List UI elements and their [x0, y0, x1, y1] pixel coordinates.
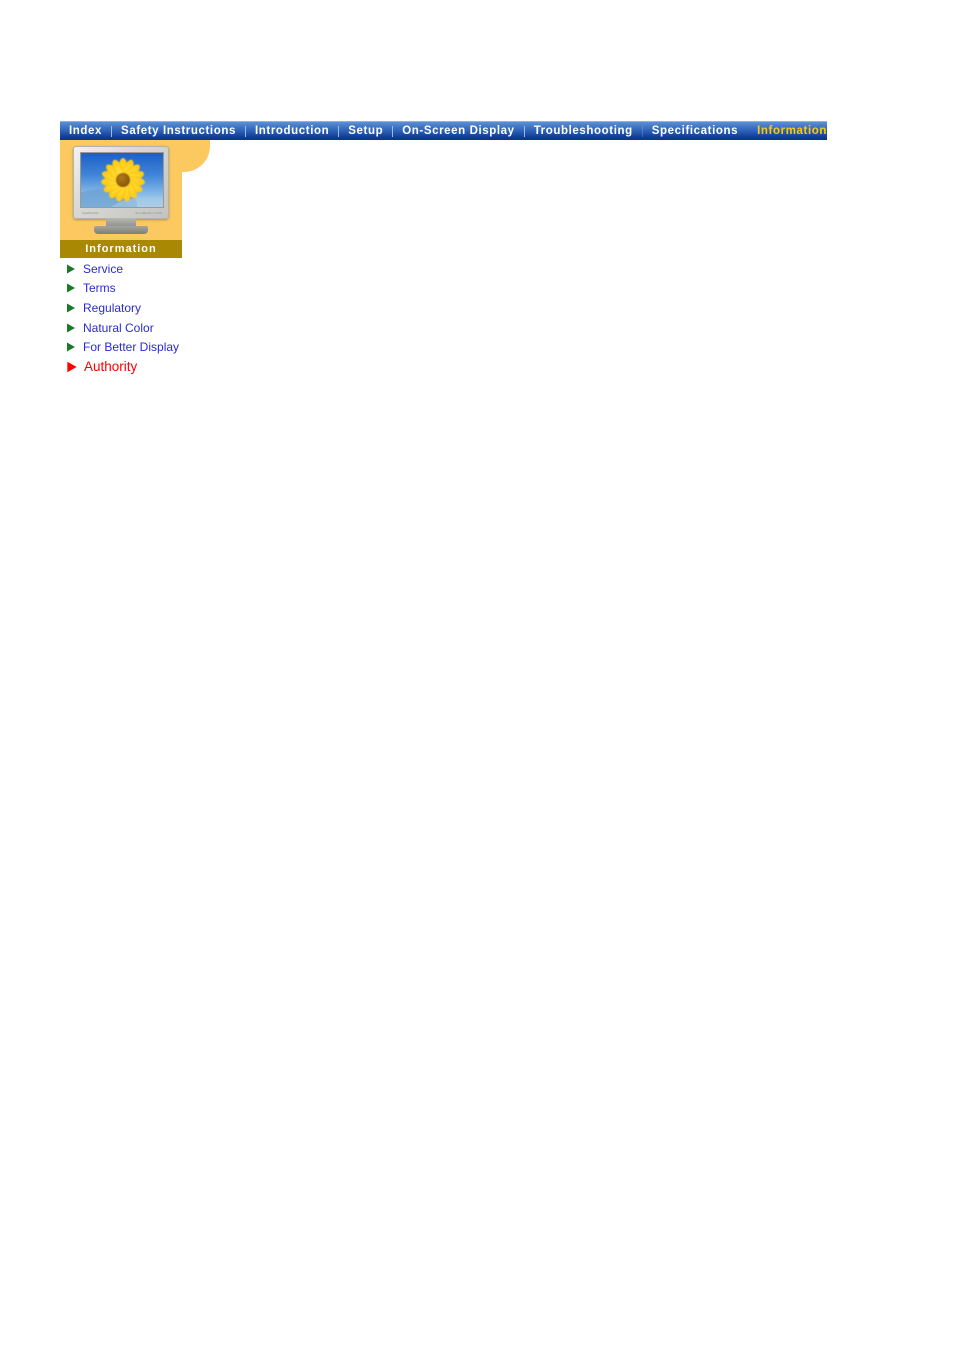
- information-link-list: Service Terms Regulatory Natural Color For B…: [65, 259, 365, 377]
- nav-separator: [523, 125, 525, 137]
- nav-item-information[interactable]: Information: [748, 122, 836, 140]
- nav-separator: [641, 125, 643, 137]
- monitor-brand-right: SyncMaster 172X: [135, 211, 162, 215]
- monitor-stand-base: [94, 226, 148, 234]
- monitor-brand-left: SAMSUNG: [82, 211, 99, 215]
- nav-item-introduction[interactable]: Introduction: [246, 122, 338, 140]
- nav-item-setup[interactable]: Setup: [339, 122, 392, 140]
- section-label-bar: Information: [60, 240, 182, 258]
- nav-item-troubleshooting[interactable]: Troubleshooting: [525, 122, 642, 140]
- list-item-label: Natural Color: [83, 320, 154, 335]
- list-item[interactable]: For Better Display: [65, 337, 365, 357]
- triangle-right-icon: [67, 361, 77, 373]
- information-section-panel: SAMSUNG SyncMaster 172X Information: [60, 140, 210, 258]
- nav-item-safety-instructions[interactable]: Safety Instructions: [112, 122, 245, 140]
- monitor-screen: [80, 152, 164, 208]
- triangle-right-icon: [67, 303, 75, 313]
- section-label-text: Information: [85, 243, 157, 255]
- triangle-right-icon: [67, 323, 75, 333]
- nav-separator: [338, 125, 340, 137]
- nav-separator: [244, 125, 246, 137]
- main-navigation-bar: Index Safety Instructions Introduction Setu…: [60, 121, 827, 140]
- nav-separator: [392, 125, 394, 137]
- list-item[interactable]: Regulatory: [65, 298, 365, 318]
- nav-item-on-screen-display[interactable]: On-Screen Display: [393, 122, 523, 140]
- list-item-label: Terms: [83, 281, 116, 296]
- nav-separator: [111, 125, 113, 137]
- sunflower-center: [116, 173, 130, 187]
- list-item[interactable]: Terms: [65, 279, 365, 299]
- list-item-label: Authority: [84, 358, 138, 374]
- monitor-brand-strip: SAMSUNG SyncMaster 172X: [80, 209, 164, 217]
- triangle-right-icon: [67, 283, 75, 293]
- list-item-label: For Better Display: [83, 340, 180, 355]
- list-item-label: Service: [83, 261, 124, 276]
- list-item[interactable]: Service: [65, 259, 365, 279]
- panel-corner-nub: [182, 140, 210, 172]
- triangle-right-icon: [67, 264, 75, 274]
- monitor-thumbnail-image: SAMSUNG SyncMaster 172X: [73, 146, 169, 234]
- triangle-right-icon: [67, 342, 75, 352]
- monitor-bezel: SAMSUNG SyncMaster 172X: [73, 146, 169, 219]
- list-item[interactable]: Natural Color: [65, 318, 365, 338]
- nav-item-index[interactable]: Index: [60, 122, 111, 140]
- list-item-label: Regulatory: [83, 300, 142, 315]
- list-item[interactable]: Authority: [65, 357, 365, 377]
- nav-item-specifications[interactable]: Specifications: [643, 122, 747, 140]
